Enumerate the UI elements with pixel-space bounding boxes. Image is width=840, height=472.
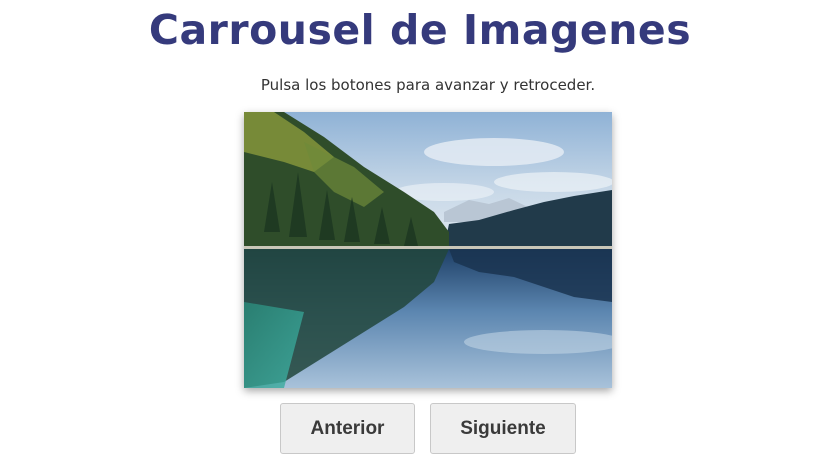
page-subtitle: Pulsa los botones para avanzar y retroce… — [260, 76, 596, 94]
page-title: Carrousel de Imagenes — [148, 6, 692, 54]
carousel-frame — [244, 112, 612, 388]
next-button[interactable]: Siguiente — [430, 403, 576, 454]
carousel-image — [244, 112, 612, 388]
previous-button[interactable]: Anterior — [280, 403, 415, 454]
